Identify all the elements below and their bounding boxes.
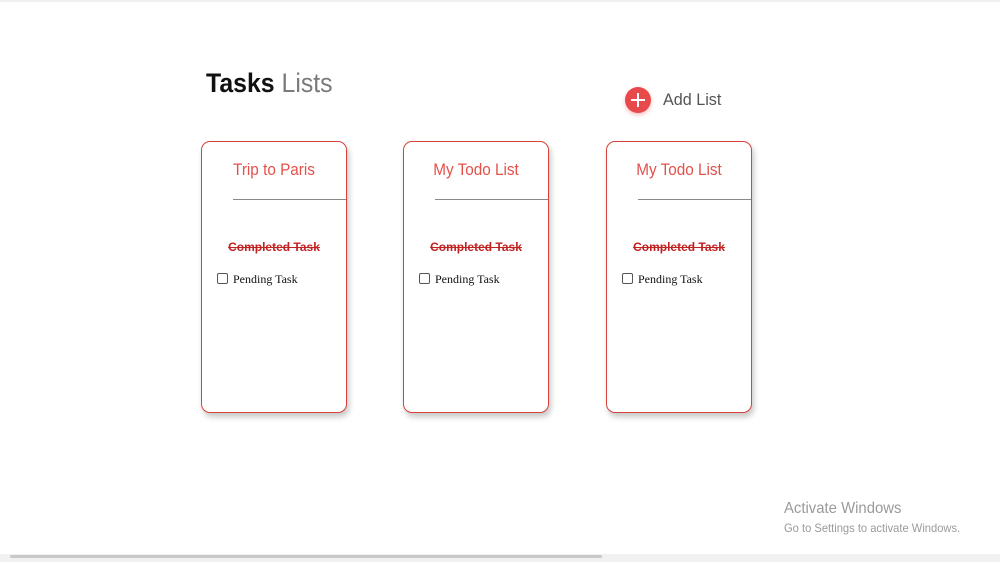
list-card-title: My Todo List: [433, 160, 519, 179]
pending-task-label: Pending Task: [638, 272, 703, 286]
page-title-light: Lists: [281, 68, 333, 98]
page-title: Tasks Lists: [206, 66, 333, 100]
list-card: Trip to Paris Completed Task Pending Tas…: [201, 141, 347, 413]
completed-task[interactable]: Completed Task: [404, 240, 548, 254]
completed-task[interactable]: Completed Task: [202, 240, 346, 254]
list-card: My Todo List Completed Task Pending Task: [403, 141, 549, 413]
pending-task-label: Pending Task: [435, 272, 500, 286]
list-card: My Todo List Completed Task Pending Task: [606, 141, 752, 413]
task-checkbox[interactable]: [419, 272, 430, 284]
pending-task-label: Pending Task: [233, 272, 298, 286]
watermark-subtitle: Go to Settings to activate Windows.: [784, 521, 961, 535]
page: Tasks Lists Add List Trip to Paris Compl…: [0, 0, 1000, 562]
plus-circle-icon[interactable]: [625, 87, 651, 113]
card-divider: [233, 199, 346, 200]
list-card-title: My Todo List: [636, 160, 722, 179]
pending-task[interactable]: Pending Task: [622, 272, 703, 287]
pending-task[interactable]: Pending Task: [217, 272, 298, 287]
activate-windows-watermark: Activate Windows Go to Settings to activ…: [784, 500, 973, 535]
page-title-strong: Tasks: [206, 68, 275, 98]
completed-task[interactable]: Completed Task: [607, 240, 751, 254]
card-divider: [435, 199, 548, 200]
add-list-label: Add List: [663, 90, 722, 109]
pending-task[interactable]: Pending Task: [419, 272, 500, 287]
task-checkbox[interactable]: [622, 272, 633, 284]
top-divider: [0, 0, 1000, 2]
watermark-title: Activate Windows: [784, 500, 902, 517]
scrollbar-thumb[interactable]: [10, 555, 602, 558]
card-divider: [638, 199, 751, 200]
list-card-title: Trip to Paris: [233, 160, 315, 179]
task-checkbox[interactable]: [217, 272, 228, 284]
add-list-button[interactable]: Add List: [625, 84, 724, 116]
